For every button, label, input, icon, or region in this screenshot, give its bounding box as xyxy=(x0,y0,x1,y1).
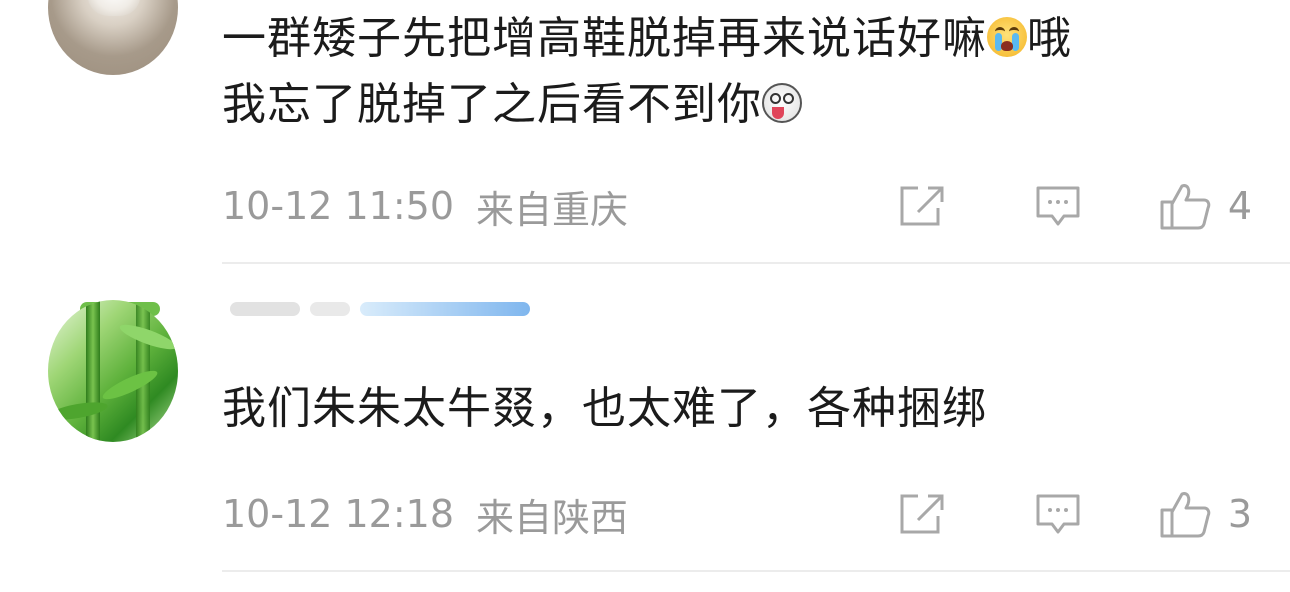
reply-button[interactable] xyxy=(1034,492,1082,536)
comment-location: 来自陕西 xyxy=(476,495,629,540)
user-avatar[interactable] xyxy=(48,300,178,442)
comment-location: 来自重庆 xyxy=(476,187,629,232)
comment-actions: 3 xyxy=(898,484,1252,544)
crying-face-emoji-icon xyxy=(987,17,1027,57)
reply-button[interactable] xyxy=(1034,184,1082,228)
comment-text-line: 一群矮子先把增高鞋脱掉再来说话好嘛 xyxy=(222,13,987,64)
comment-text-line: 我忘了脱掉了之后看不到你 xyxy=(222,79,762,130)
comment-actions: 4 xyxy=(898,176,1252,236)
share-button[interactable] xyxy=(898,492,946,536)
share-icon xyxy=(900,186,944,226)
thumbs-up-icon xyxy=(1160,184,1211,230)
divider xyxy=(222,570,1290,572)
avatar-image xyxy=(88,0,140,16)
comment-icon xyxy=(1036,494,1080,534)
comment-text-line: 我们朱朱太牛叕，也太难了，各种捆绑 xyxy=(222,383,987,434)
like-button[interactable]: 3 xyxy=(1158,490,1252,538)
comment-text: 我们朱朱太牛叕，也太难了，各种捆绑 xyxy=(222,376,987,442)
divider xyxy=(222,262,1290,264)
share-icon xyxy=(900,494,944,534)
like-count: 3 xyxy=(1227,492,1252,536)
share-button[interactable] xyxy=(898,184,946,228)
comment-meta: 10-12 12:18 来自陕西 3 xyxy=(222,484,1252,544)
like-count: 4 xyxy=(1227,184,1252,228)
comment-meta: 10-12 11:50 来自重庆 4 xyxy=(222,176,1252,236)
comment-icon xyxy=(1036,186,1080,226)
comment-time: 10-12 11:50 xyxy=(222,184,455,228)
user-avatar[interactable] xyxy=(48,0,178,75)
comment-text-line-end: 哦 xyxy=(1027,13,1072,64)
comment-text: 一群矮子先把增高鞋脱掉再来说话好嘛哦 我忘了脱掉了之后看不到你 xyxy=(222,6,1072,138)
like-button[interactable]: 4 xyxy=(1158,182,1252,230)
dizzy-face-emoji-icon xyxy=(762,83,802,123)
comment-time: 10-12 12:18 xyxy=(222,492,455,536)
thumbs-up-icon xyxy=(1160,492,1211,538)
